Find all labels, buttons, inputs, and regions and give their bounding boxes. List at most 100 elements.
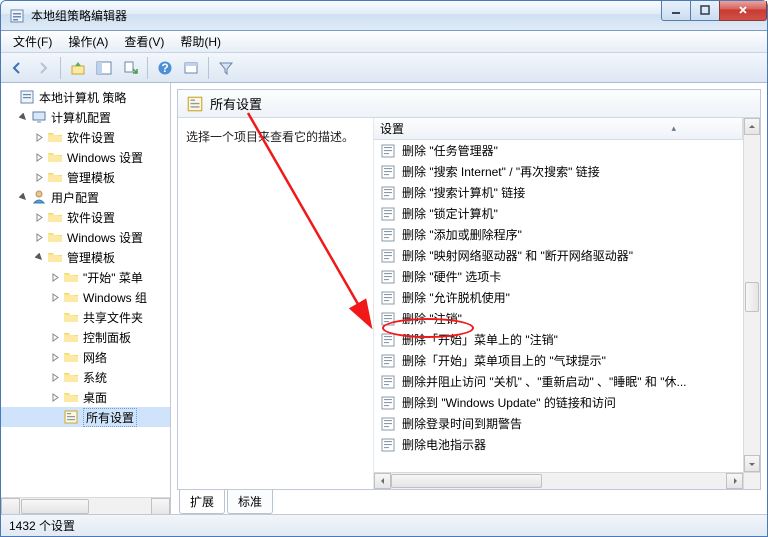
policy-item-icon — [380, 437, 396, 453]
h-scroll-thumb[interactable] — [391, 474, 542, 488]
list-header[interactable]: 设置 ▴ — [374, 118, 743, 140]
list-item[interactable]: 删除「开始」菜单项目上的 "气球提示" — [374, 350, 743, 371]
list-item[interactable]: 删除并阻止访问 "关机" 、"重新启动" 、"睡眠" 和 "休... — [374, 371, 743, 392]
tree-admin-templates-1[interactable]: 管理模板 — [1, 167, 170, 187]
scroll-left-button[interactable] — [374, 473, 391, 489]
tree-windows-components[interactable]: Windows 组 — [1, 287, 170, 307]
settings-list-icon — [186, 95, 204, 113]
expander-closed-icon[interactable] — [33, 171, 45, 183]
list-item[interactable]: 删除 "注销" — [374, 308, 743, 329]
policy-icon — [19, 89, 35, 105]
menu-help[interactable]: 帮助(H) — [172, 31, 229, 52]
scroll-up-button[interactable] — [744, 118, 760, 135]
folder-icon — [63, 269, 79, 285]
list-item-label: 删除 "任务管理器" — [402, 142, 498, 159]
tree-all-settings[interactable]: 所有设置 — [1, 407, 170, 427]
policy-item-icon — [380, 374, 396, 390]
list-item-label: 删除并阻止访问 "关机" 、"重新启动" 、"睡眠" 和 "休... — [402, 373, 687, 390]
expander-closed-icon[interactable] — [33, 231, 45, 243]
tree-shared-folders[interactable]: 共享文件夹 — [1, 307, 170, 327]
computer-icon — [31, 109, 47, 125]
help-button[interactable]: ? — [153, 56, 177, 80]
list-item[interactable]: 删除 "硬件" 选项卡 — [374, 266, 743, 287]
tree-h-scrollbar[interactable] — [1, 497, 170, 514]
tree-software-settings-1[interactable]: 软件设置 — [1, 127, 170, 147]
folder-icon — [63, 309, 79, 325]
expander-closed-icon[interactable] — [49, 391, 61, 403]
app-window: 本地组策略编辑器 文件(F) 操作(A) 查看(V) 帮助(H) ? — [0, 0, 768, 537]
properties-button[interactable] — [179, 56, 203, 80]
expander-closed-icon[interactable] — [33, 131, 45, 143]
menu-action[interactable]: 操作(A) — [60, 31, 116, 52]
menu-view[interactable]: 查看(V) — [116, 31, 172, 52]
scroll-down-button[interactable] — [744, 455, 760, 472]
tab-standard[interactable]: 标准 — [227, 490, 273, 514]
expander-closed-icon[interactable] — [49, 371, 61, 383]
column-setting[interactable]: 设置 ▴ — [374, 118, 743, 139]
details-title: 所有设置 — [210, 94, 262, 113]
list-v-scrollbar[interactable] — [743, 118, 760, 489]
tree-network[interactable]: 网络 — [1, 347, 170, 367]
expander-open-icon[interactable] — [17, 111, 29, 123]
forward-button[interactable] — [31, 56, 55, 80]
expander-closed-icon[interactable] — [33, 151, 45, 163]
folder-icon — [47, 129, 63, 145]
expander-closed-icon[interactable] — [49, 351, 61, 363]
v-scroll-thumb[interactable] — [745, 282, 759, 312]
maximize-button[interactable] — [690, 1, 720, 21]
export-list-button[interactable] — [118, 56, 142, 80]
expander-closed-icon[interactable] — [33, 211, 45, 223]
tree-user-config[interactable]: 用户配置 — [1, 187, 170, 207]
policy-item-icon — [380, 248, 396, 264]
list-item[interactable]: 删除「开始」菜单上的 "注销" — [374, 329, 743, 350]
titlebar[interactable]: 本地组策略编辑器 — [1, 1, 767, 31]
list-item[interactable]: 删除电池指示器 — [374, 434, 743, 455]
status-count: 1432 个设置 — [9, 517, 75, 534]
show-hide-tree-button[interactable] — [92, 56, 116, 80]
tree-admin-templates-2[interactable]: 管理模板 — [1, 247, 170, 267]
list-item[interactable]: 删除登录时间到期警告 — [374, 413, 743, 434]
tab-extended[interactable]: 扩展 — [179, 489, 225, 514]
folder-icon — [47, 209, 63, 225]
tree-windows-settings-1[interactable]: Windows 设置 — [1, 147, 170, 167]
scroll-right-button[interactable] — [726, 473, 743, 489]
tree-computer-config[interactable]: 计算机配置 — [1, 107, 170, 127]
list-item[interactable]: 删除 "搜索 Internet" / "再次搜索" 链接 — [374, 161, 743, 182]
list-item[interactable]: 删除 "添加或删除程序" — [374, 224, 743, 245]
tree-start-menu[interactable]: "开始" 菜单 — [1, 267, 170, 287]
expander-closed-icon[interactable] — [49, 291, 61, 303]
tree-root[interactable]: 本地计算机 策略 — [1, 87, 170, 107]
minimize-button[interactable] — [661, 1, 691, 21]
list-item[interactable]: 删除 "锁定计算机" — [374, 203, 743, 224]
expander-closed-icon[interactable] — [49, 331, 61, 343]
tree-body[interactable]: 本地计算机 策略 计算机配置 软件设置 Windows 设置 — [1, 83, 170, 497]
tree-control-panel[interactable]: 控制面板 — [1, 327, 170, 347]
tree-system[interactable]: 系统 — [1, 367, 170, 387]
tree-windows-settings-2[interactable]: Windows 设置 — [1, 227, 170, 247]
expander-open-icon[interactable] — [17, 191, 29, 203]
list-item[interactable]: 删除 "任务管理器" — [374, 140, 743, 161]
content-area: 本地计算机 策略 计算机配置 软件设置 Windows 设置 — [1, 83, 767, 514]
settings-list-icon — [63, 409, 79, 425]
tree-software-settings-2[interactable]: 软件设置 — [1, 207, 170, 227]
policy-item-icon — [380, 143, 396, 159]
close-button[interactable] — [719, 1, 767, 21]
list-body[interactable]: 删除 "任务管理器"删除 "搜索 Internet" / "再次搜索" 链接删除… — [374, 140, 743, 472]
tree-desktop[interactable]: 桌面 — [1, 387, 170, 407]
tree-pane: 本地计算机 策略 计算机配置 软件设置 Windows 设置 — [1, 83, 171, 514]
expander-closed-icon[interactable] — [49, 271, 61, 283]
filter-button[interactable] — [214, 56, 238, 80]
list-item[interactable]: 删除到 "Windows Update" 的链接和访问 — [374, 392, 743, 413]
list-h-scrollbar[interactable] — [374, 472, 743, 489]
list-item[interactable]: 删除 "允许脱机使用" — [374, 287, 743, 308]
list-item[interactable]: 删除 "搜索计算机" 链接 — [374, 182, 743, 203]
up-button[interactable] — [66, 56, 90, 80]
back-button[interactable] — [5, 56, 29, 80]
policy-item-icon — [380, 416, 396, 432]
folder-icon — [47, 249, 63, 265]
expander-open-icon[interactable] — [33, 251, 45, 263]
menu-file[interactable]: 文件(F) — [5, 31, 60, 52]
details-pane: 所有设置 选择一个项目来查看它的描述。 设置 ▴ — [177, 89, 761, 490]
expander-icon[interactable] — [5, 91, 17, 103]
list-item[interactable]: 删除 "映射网络驱动器" 和 "断开网络驱动器" — [374, 245, 743, 266]
